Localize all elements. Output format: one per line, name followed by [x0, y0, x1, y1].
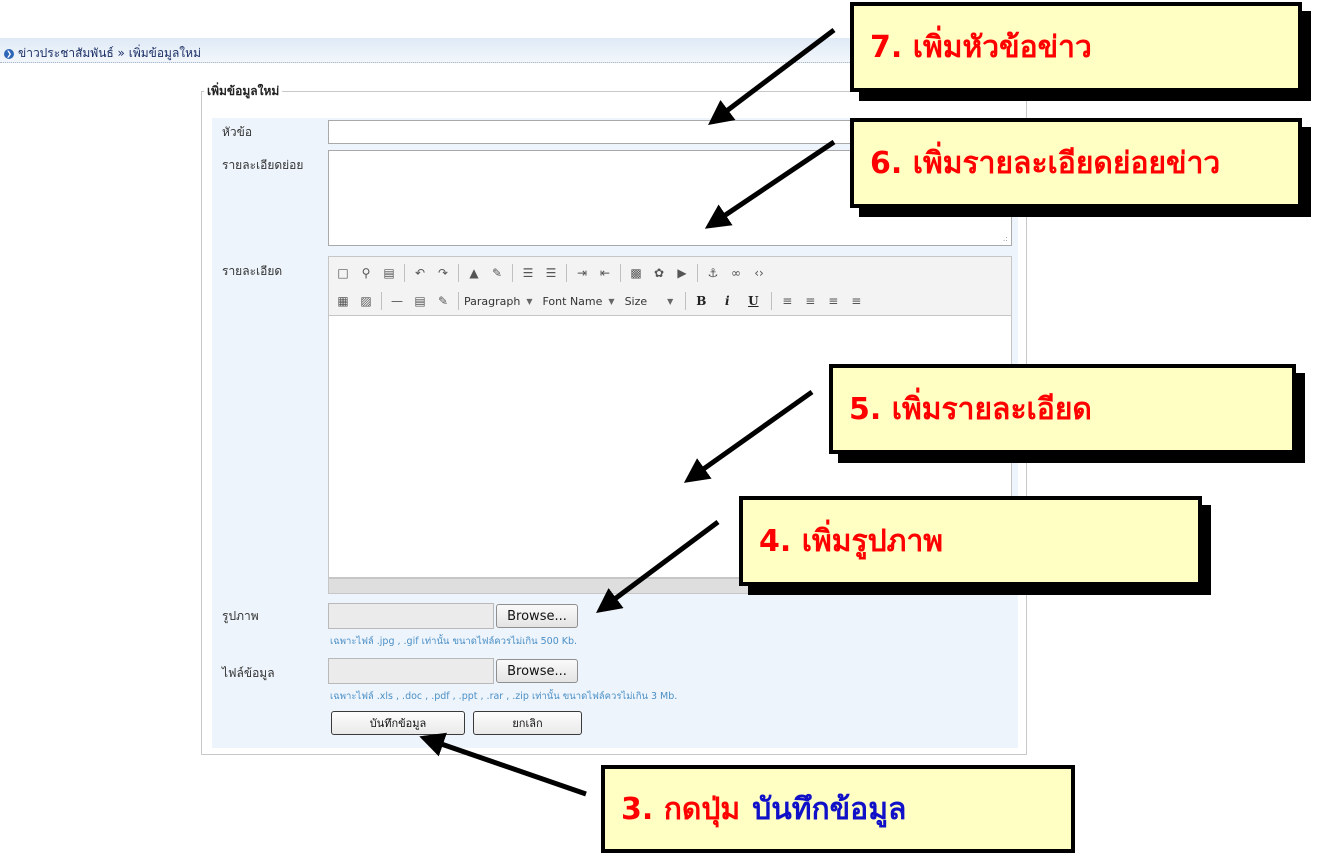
callout-step-6: 6. เพิ่มรายละเอียดย่อยข่าว — [850, 118, 1302, 208]
callout-step-4: 4. เพิ่มรูปภาพ — [739, 496, 1202, 586]
arrow-to-save — [419, 732, 587, 797]
callout-step-7-text: 7. เพิ่มหัวข้อข่าว — [870, 29, 1092, 65]
callout-step-6-text: 6. เพิ่มรายละเอียดย่อยข่าว — [870, 145, 1221, 181]
callout-step-7: 7. เพิ่มหัวข้อข่าว — [850, 2, 1302, 92]
arrow-to-editor — [683, 389, 814, 483]
callout-step-5-text: 5. เพิ่มรายละเอียด — [849, 391, 1092, 427]
arrow-to-summary — [704, 139, 836, 229]
callout-step-3-text: 3. กดปุ่ม — [621, 791, 741, 827]
callout-step-3-button-name: บันทึกข้อมูล — [752, 791, 907, 827]
callout-step-3: 3. กดปุ่ม บันทึกข้อมูล — [601, 765, 1075, 853]
arrow-to-title — [708, 28, 836, 126]
callout-step-4-text: 4. เพิ่มรูปภาพ — [759, 523, 944, 559]
arrow-to-browse — [595, 519, 720, 613]
callout-step-5: 5. เพิ่มรายละเอียด — [829, 364, 1296, 454]
